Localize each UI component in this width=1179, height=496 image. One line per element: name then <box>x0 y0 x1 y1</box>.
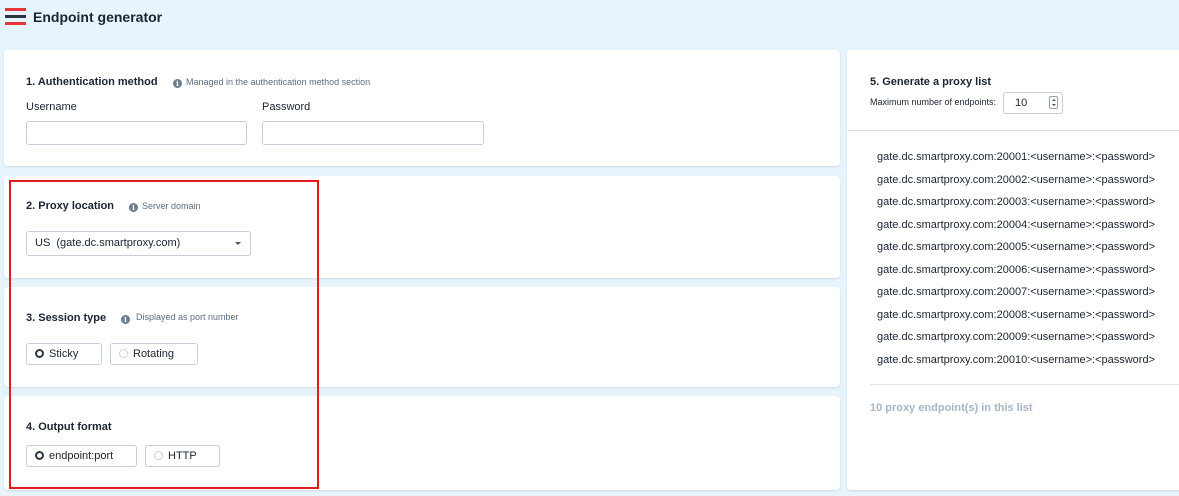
app-header: Endpoint generator <box>0 0 1179 38</box>
stripes-flag-logo-icon <box>5 8 26 26</box>
info-icon[interactable]: i <box>173 79 182 88</box>
auth-card: 1. Authentication method i Managed in th… <box>4 50 840 166</box>
endpoint-item: gate.dc.smartproxy.com:20008:<username>:… <box>877 309 1156 321</box>
highlight-box <box>9 180 319 489</box>
divider <box>847 130 1179 131</box>
endpoint-item: gate.dc.smartproxy.com:20009:<username>:… <box>877 331 1156 343</box>
divider <box>870 384 1179 385</box>
app-title: Endpoint generator <box>33 9 163 25</box>
auth-info-text: Managed in the authentication method sec… <box>186 77 371 87</box>
username-label: Username <box>26 101 77 113</box>
endpoint-item: gate.dc.smartproxy.com:20002:<username>:… <box>877 174 1156 186</box>
endpoint-item: gate.dc.smartproxy.com:20001:<username>:… <box>877 151 1156 163</box>
max-endpoints-input[interactable]: 10 <box>1003 92 1063 114</box>
password-input[interactable] <box>262 121 484 145</box>
username-input[interactable] <box>26 121 247 145</box>
endpoint-item: gate.dc.smartproxy.com:20010:<username>:… <box>877 354 1156 366</box>
endpoint-item: gate.dc.smartproxy.com:20007:<username>:… <box>877 286 1156 298</box>
endpoint-item: gate.dc.smartproxy.com:20005:<username>:… <box>877 241 1156 253</box>
max-endpoints-label: Maximum number of endpoints: <box>870 97 997 107</box>
endpoint-item: gate.dc.smartproxy.com:20004:<username>:… <box>877 219 1156 231</box>
endpoint-item: gate.dc.smartproxy.com:20003:<username>:… <box>877 196 1156 208</box>
max-endpoints-value: 10 <box>1015 97 1028 109</box>
endpoint-item: gate.dc.smartproxy.com:20006:<username>:… <box>877 264 1156 276</box>
spinner-icon[interactable] <box>1049 96 1058 109</box>
password-label: Password <box>262 101 311 113</box>
endpoint-count-text: 10 proxy endpoint(s) in this list <box>870 402 1033 414</box>
proxy-list-title: 5. Generate a proxy list <box>870 76 992 88</box>
auth-title: 1. Authentication method <box>26 76 158 88</box>
